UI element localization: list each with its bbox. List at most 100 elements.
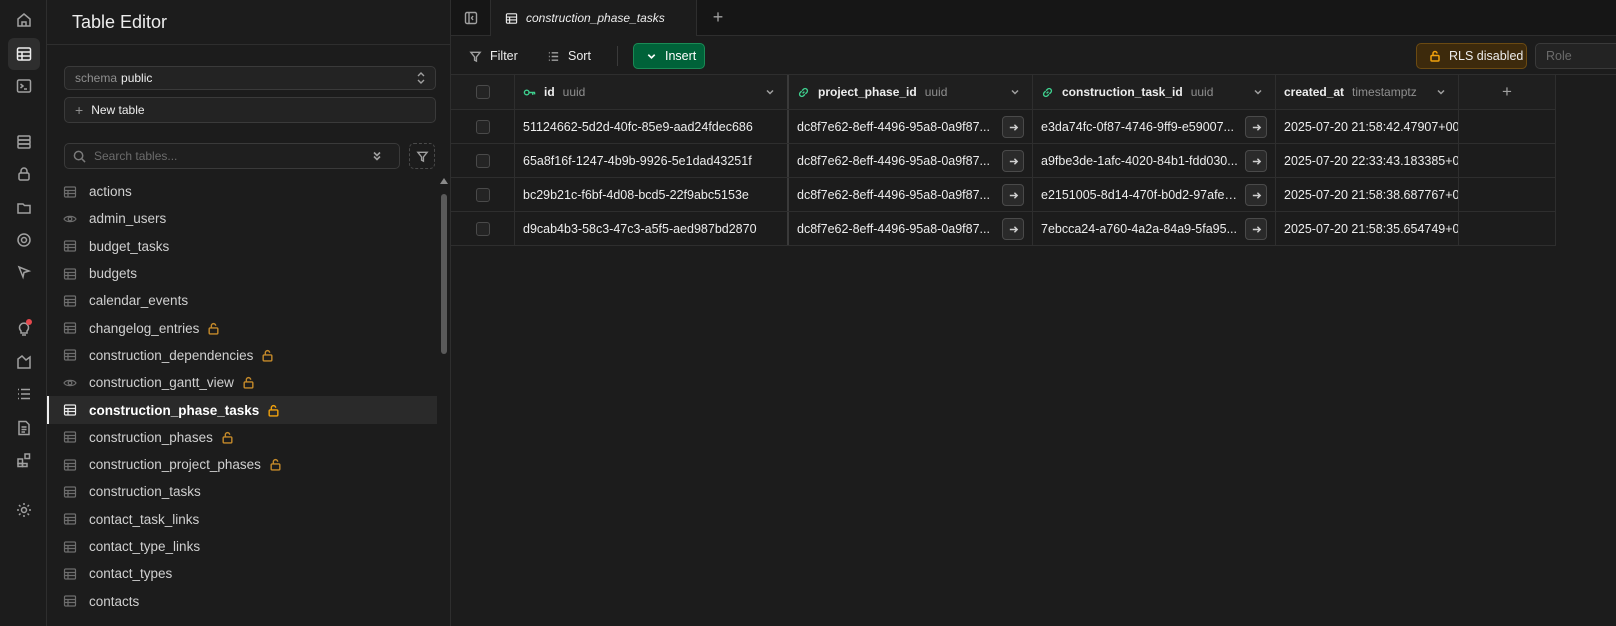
realtime-icon[interactable] <box>8 224 40 256</box>
collapse-sidebar-button[interactable] <box>451 0 491 36</box>
chevron-down-icon[interactable] <box>1253 87 1263 97</box>
column-type: uuid <box>1190 85 1214 99</box>
column-header-construction-task-id[interactable]: construction_task_id uuid <box>1033 75 1276 109</box>
role-selector[interactable]: Role <box>1535 43 1616 69</box>
logs-icon[interactable] <box>8 378 40 410</box>
follow-fk-button[interactable] <box>1002 218 1024 240</box>
new-tab-button[interactable]: + <box>708 8 728 28</box>
scroll-up-arrow[interactable] <box>440 178 448 184</box>
table-row[interactable]: bc29b21c-f6bf-4d08-bcd5-22f9abc5153e dc8f… <box>451 178 1556 212</box>
sidebar-table-item[interactable]: construction_phases <box>47 424 437 451</box>
unlock-icon <box>222 431 233 444</box>
sidebar-table-item[interactable]: contact_type_links <box>47 533 437 560</box>
scrollbar-thumb[interactable] <box>441 194 447 354</box>
row-checkbox[interactable] <box>475 153 490 168</box>
cell-project-phase-id[interactable]: dc8f7e62-8eff-4496-95a8-0a9f87... <box>789 178 1033 211</box>
table-sidebar: Table Editor schema public + New table a… <box>47 0 451 626</box>
column-header-id[interactable]: id uuid <box>515 75 789 109</box>
cell-id[interactable]: 51124662-5d2d-40fc-85e9-aad24fdec686 <box>515 110 789 143</box>
api-docs-icon[interactable] <box>8 412 40 444</box>
rls-disabled-button[interactable]: RLS disabled <box>1416 43 1527 69</box>
cell-construction-task-id[interactable]: e2151005-8d14-470f-b0d2-97afee... <box>1033 178 1276 211</box>
sidebar-table-item[interactable]: contacts <box>47 587 437 614</box>
authentication-icon[interactable] <box>8 158 40 190</box>
cell-created-at[interactable]: 2025-07-20 22:33:43.183385+00 <box>1276 144 1459 177</box>
table-name: construction_gantt_view <box>89 375 234 391</box>
row-checkbox[interactable] <box>475 221 490 236</box>
follow-fk-button[interactable] <box>1002 184 1024 206</box>
table-row[interactable]: 65a8f16f-1247-4b9b-9926-5e1dad43251f dc8f… <box>451 144 1556 178</box>
edge-functions-icon[interactable] <box>8 256 40 288</box>
select-all-checkbox[interactable] <box>475 85 490 99</box>
sidebar-table-item[interactable]: contact_task_links <box>47 506 437 533</box>
follow-fk-button[interactable] <box>1245 116 1267 138</box>
add-column-button[interactable]: + <box>1459 75 1556 109</box>
integrations-icon[interactable] <box>8 444 40 476</box>
settings-icon[interactable] <box>8 494 40 526</box>
storage-icon[interactable] <box>8 192 40 224</box>
sidebar-table-item[interactable]: construction_gantt_view <box>47 369 437 396</box>
sort-icon <box>548 51 559 61</box>
cell-project-phase-id[interactable]: dc8f7e62-8eff-4496-95a8-0a9f87... <box>789 212 1033 245</box>
chevron-down-icon[interactable] <box>1010 87 1020 97</box>
sidebar-table-item[interactable]: calendar_events <box>47 287 437 314</box>
insert-button[interactable]: Insert <box>633 43 705 69</box>
sidebar-table-item[interactable]: actions <box>47 178 437 205</box>
cell-construction-task-id[interactable]: e3da74fc-0f87-4746-9ff9-e59007... <box>1033 110 1276 143</box>
sort-button[interactable]: Sort <box>547 44 591 68</box>
chevron-down-icon[interactable] <box>765 87 775 97</box>
double-chevron-down-icon[interactable] <box>371 150 383 162</box>
follow-fk-button[interactable] <box>1002 116 1024 138</box>
sidebar-table-item[interactable]: construction_tasks <box>47 478 437 505</box>
cell-id[interactable]: 65a8f16f-1247-4b9b-9926-5e1dad43251f <box>515 144 789 177</box>
filter-tables-button[interactable] <box>409 143 435 169</box>
sidebar-table-item[interactable]: construction_dependencies <box>47 342 437 369</box>
sidebar-table-item[interactable]: budget_tasks <box>47 233 437 260</box>
cell-project-phase-id[interactable]: dc8f7e62-8eff-4496-95a8-0a9f87... <box>789 110 1033 143</box>
unlock-icon <box>262 349 273 362</box>
cell-created-at[interactable]: 2025-07-20 21:58:35.654749+00 <box>1276 212 1459 245</box>
table-icon <box>63 486 77 498</box>
row-select-cell <box>451 178 515 211</box>
sidebar-scrollbar[interactable] <box>437 178 451 626</box>
follow-fk-button[interactable] <box>1245 218 1267 240</box>
cell-id[interactable]: d9cab4b3-58c3-47c3-a5f5-aed987bd2870 <box>515 212 789 245</box>
cell-construction-task-id[interactable]: 7ebcca24-a760-4a2a-84a9-5fa95... <box>1033 212 1276 245</box>
search-input[interactable] <box>94 149 364 163</box>
cell-created-at[interactable]: 2025-07-20 21:58:42.47907+00 <box>1276 110 1459 143</box>
row-checkbox[interactable] <box>475 119 490 134</box>
filter-button[interactable]: Filter <box>469 44 518 68</box>
follow-fk-button[interactable] <box>1245 184 1267 206</box>
cell-created-at[interactable]: 2025-07-20 21:58:38.687767+00 <box>1276 178 1459 211</box>
column-header-created-at[interactable]: created_at timestamptz <box>1276 75 1459 109</box>
home-icon[interactable] <box>8 4 40 36</box>
table-editor-icon[interactable] <box>8 38 40 70</box>
follow-fk-button[interactable] <box>1002 150 1024 172</box>
sidebar-table-item[interactable]: construction_project_phases <box>47 451 437 478</box>
chevron-down-icon[interactable] <box>1436 87 1446 97</box>
sidebar-table-item[interactable]: budgets <box>47 260 437 287</box>
sidebar-table-item[interactable]: admin_users <box>47 205 437 232</box>
tab-bar: construction_phase_tasks + <box>451 0 1616 36</box>
cell-construction-task-id[interactable]: a9fbe3de-1afc-4020-84b1-fdd030... <box>1033 144 1276 177</box>
rls-label: RLS disabled <box>1449 49 1524 63</box>
column-header-project-phase-id[interactable]: project_phase_id uuid <box>789 75 1033 109</box>
new-table-button[interactable]: + New table <box>64 97 436 123</box>
advisors-icon[interactable] <box>8 312 40 344</box>
arrow-right-icon <box>1009 123 1018 131</box>
sidebar-table-item[interactable]: construction_phase_tasks <box>47 396 437 424</box>
follow-fk-button[interactable] <box>1245 150 1267 172</box>
table-row[interactable]: d9cab4b3-58c3-47c3-a5f5-aed987bd2870 dc8f… <box>451 212 1556 246</box>
row-checkbox[interactable] <box>475 187 490 202</box>
schema-selector[interactable]: schema public <box>64 66 436 90</box>
tab-construction-phase-tasks[interactable]: construction_phase_tasks <box>491 0 697 36</box>
sql-editor-icon[interactable] <box>8 70 40 102</box>
sidebar-table-item[interactable]: contact_types <box>47 560 437 587</box>
table-icon <box>63 568 77 580</box>
cell-project-phase-id[interactable]: dc8f7e62-8eff-4496-95a8-0a9f87... <box>789 144 1033 177</box>
database-icon[interactable] <box>8 126 40 158</box>
cell-id[interactable]: bc29b21c-f6bf-4d08-bcd5-22f9abc5153e <box>515 178 789 211</box>
sidebar-table-item[interactable]: changelog_entries <box>47 314 437 341</box>
table-row[interactable]: 51124662-5d2d-40fc-85e9-aad24fdec686 dc8f… <box>451 110 1556 144</box>
reports-icon[interactable] <box>8 346 40 378</box>
